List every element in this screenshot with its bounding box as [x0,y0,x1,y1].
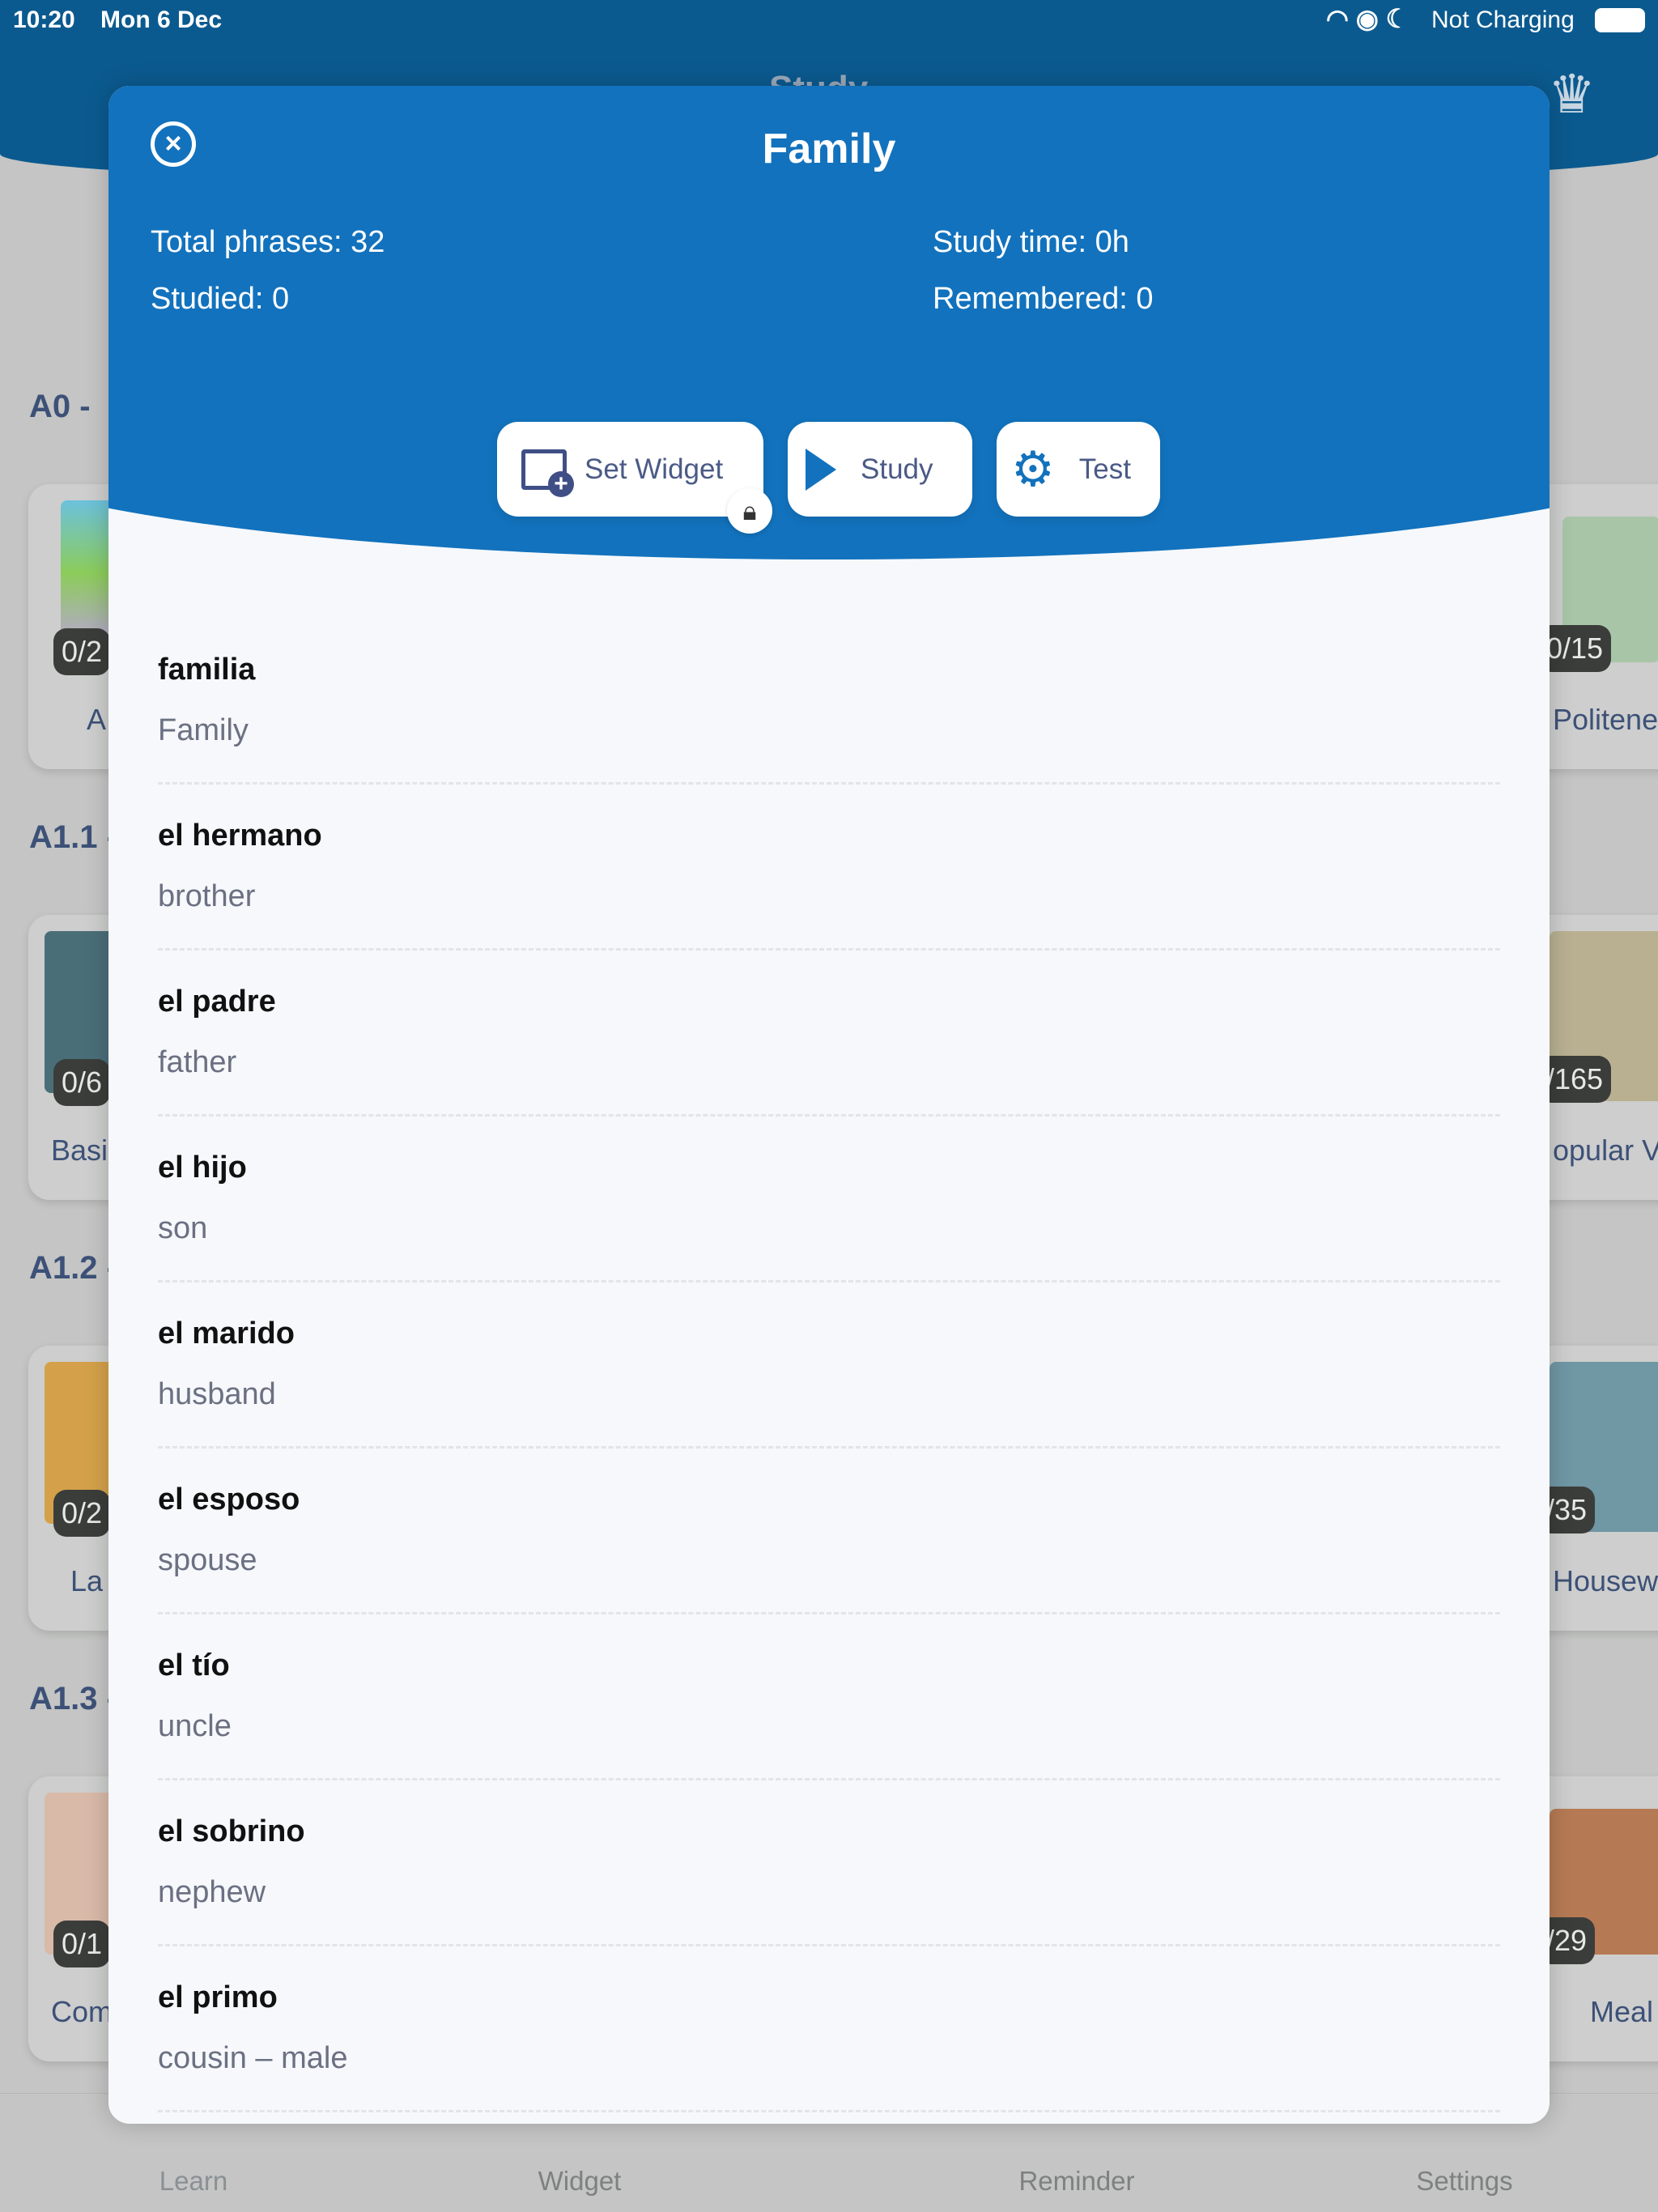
lock-icon: 🔒︎ [727,488,772,534]
set-widget-button[interactable]: + Set Widget [497,422,763,517]
progress-badge: 0/2 [53,1490,111,1537]
tab-learn[interactable]: Learn [159,2166,227,2197]
tab-reminder[interactable]: Reminder [1018,2166,1134,2197]
study-button[interactable]: Study [788,422,972,517]
card-label: Meal [1590,1995,1654,2028]
play-icon [806,448,836,491]
phrase-translation: husband [158,1377,276,1411]
divider [158,1446,1500,1448]
phrase-term: familia [158,653,256,687]
status-date: Mon 6 Dec [100,6,223,33]
card-label: A [87,703,107,736]
progress-badge: 0/1 [53,1921,111,1967]
test-button[interactable]: ⚙ Test [997,422,1160,517]
phrase-term: el padre [158,985,276,1019]
crown-icon[interactable]: ♛ [1548,63,1596,125]
tab-settings[interactable]: Settings [1416,2166,1512,2197]
set-widget-label: Set Widget [585,453,724,485]
study-time: Study time: 0h [933,225,1129,259]
section-label: A0 - [29,389,91,424]
card-label: La [70,1564,104,1597]
phrase-term: el tío [158,1648,230,1682]
section-label: A1.2 - [29,1250,117,1286]
card-label: Politene [1553,703,1658,736]
total-phrases: Total phrases: 32 [151,225,385,259]
phrase-term: el sobrino [158,1814,305,1848]
test-label: Test [1078,453,1131,485]
divider [158,782,1500,785]
section-label: A1.3 - [29,1681,117,1716]
divider [158,1114,1500,1117]
divider [158,2110,1500,2112]
divider [158,1280,1500,1283]
wifi-icon: ◠ ◉ ☾ [1326,4,1409,33]
phrase-translation: uncle [158,1709,232,1743]
widget-add-icon: + [521,449,574,497]
remembered-count: Remembered: 0 [933,282,1154,316]
tab-widget[interactable]: Widget [538,2166,622,2197]
card-label: opular V [1553,1134,1658,1167]
card-label: Basi [51,1134,108,1167]
phrase-translation: brother [158,879,256,913]
phrase-term: el marido [158,1317,295,1351]
phrase-term: el hermano [158,819,322,853]
phrase-translation: spouse [158,1543,257,1577]
phrase-translation: father [158,1045,237,1079]
battery-icon [1595,8,1645,32]
progress-badge: 0/6 [53,1059,111,1106]
charging-status: Not Charging [1431,6,1575,33]
divider [158,1944,1500,1946]
phrase-translation: son [158,1211,208,1245]
phrase-term: el primo [158,1980,278,2014]
status-bar: 10:20 Mon 6 Dec ◠ ◉ ☾ Not Charging [0,0,1658,40]
modal-title: Family [762,125,896,172]
card-label: Com [51,1995,113,2028]
studied-count: Studied: 0 [151,282,290,316]
gear-icon: ⚙ [1011,441,1055,496]
phrase-translation: nephew [158,1875,266,1909]
divider [158,1612,1500,1614]
card-label: Housew [1553,1564,1658,1597]
status-time: 10:20 [13,6,75,33]
topic-modal: × Family Total phrases: 32 Studied: 0 St… [108,86,1550,2124]
study-label: Study [861,453,933,485]
divider [158,948,1500,951]
phrase-term: el esposo [158,1482,300,1516]
phrase-term: el hijo [158,1151,247,1185]
divider [158,1778,1500,1780]
progress-badge: 0/2 [53,628,111,675]
phrase-translation: Family [158,713,249,747]
phrase-translation: cousin – male [158,2041,348,2075]
section-label: A1.1 - [29,819,117,855]
